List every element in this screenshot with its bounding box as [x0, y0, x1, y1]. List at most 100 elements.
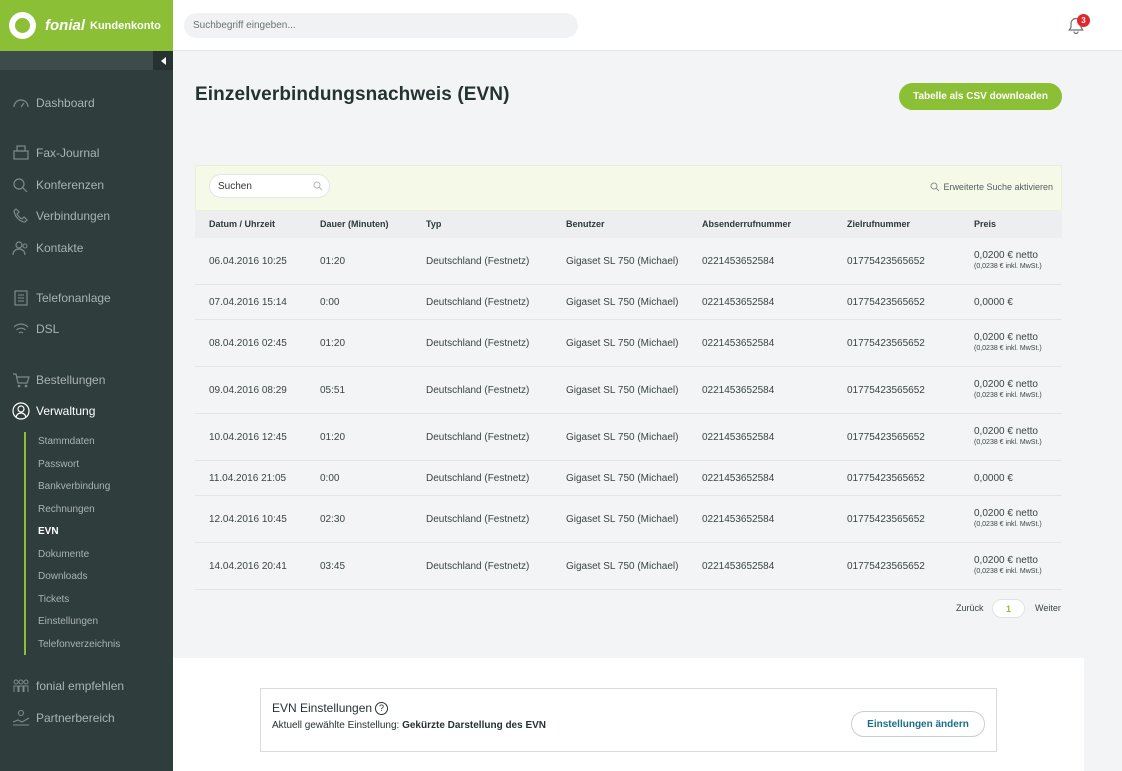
collapse-sidebar-button[interactable]: [153, 51, 173, 70]
submenu-item-rechnungen[interactable]: Rechnungen: [38, 503, 95, 517]
cell-type: Deutschland (Festnetz): [426, 514, 530, 525]
sidebar-item-label: DSL: [36, 322, 60, 336]
submenu-item-telefonverzeichnis[interactable]: Telefonverzeichnis: [38, 638, 120, 652]
sidebar-item-label: Dashboard: [36, 96, 95, 110]
sidebar-item-verbindungen[interactable]: Verbindungen: [0, 204, 173, 228]
cart-icon: [10, 371, 32, 389]
sidebar-item-kontakte[interactable]: Kontakte: [0, 236, 173, 260]
advanced-search-link[interactable]: Erweiterte Suche aktivieren: [930, 182, 1053, 192]
current-setting-label: Aktuell gewählte Einstellung:: [272, 720, 400, 731]
cell-date: 12.04.2016 10:45: [209, 514, 287, 525]
table-row[interactable]: 12.04.2016 10:45 02:30 Deutschland (Festne…: [195, 496, 1062, 543]
price-net: 0,0200 € netto: [974, 426, 1038, 437]
cell-sender-number: 0221453652584: [702, 561, 775, 572]
submenu-item-downloads[interactable]: Downloads: [38, 570, 87, 584]
submenu-item-bankverbindung[interactable]: Bankverbindung: [38, 480, 110, 494]
sidebar-item-verwaltung[interactable]: Verwaltung: [0, 399, 173, 423]
submenu-item-stammdaten[interactable]: Stammdaten: [38, 435, 95, 449]
column-header-price[interactable]: Preis: [974, 211, 996, 238]
cell-date: 06.04.2016 10:25: [209, 256, 287, 267]
submenu-item-evn[interactable]: EVN: [38, 525, 59, 539]
table-row[interactable]: 07.04.2016 15:14 0:00 Deutschland (Festnet…: [195, 285, 1062, 320]
wifi-icon: [10, 320, 32, 338]
pagination-page-1[interactable]: 1: [992, 599, 1025, 618]
sidebar-item-fax-journal[interactable]: Fax-Journal: [0, 141, 173, 165]
csv-download-button[interactable]: Tabelle als CSV downloaden: [899, 83, 1062, 110]
cell-target-number: 01775423565652: [847, 256, 925, 267]
cell-duration: 0:00: [320, 473, 340, 484]
global-search-input[interactable]: [184, 13, 578, 38]
cell-sender-number: 0221453652584: [702, 514, 775, 525]
table-filter-bar: Erweiterte Suche aktivieren: [195, 165, 1062, 211]
sidebar-item-label: Konferenzen: [36, 178, 105, 192]
sidebar-item-konferenzen[interactable]: Konferenzen: [0, 173, 173, 197]
submenu-item-passwort[interactable]: Passwort: [38, 458, 79, 472]
gauge-icon: [10, 94, 32, 112]
table-row[interactable]: 09.04.2016 08:29 05:51 Deutschland (Festne…: [195, 367, 1062, 414]
sidebar-item-label: Bestellungen: [36, 373, 106, 387]
cell-sender-number: 0221453652584: [702, 256, 775, 267]
cell-user: Gigaset SL 750 (Michael): [566, 432, 679, 443]
sidebar-item-label: Verbindungen: [36, 209, 111, 223]
table-row[interactable]: 08.04.2016 02:45 01:20 Deutschland (Festne…: [195, 320, 1062, 367]
table-row[interactable]: 06.04.2016 10:25 01:20 Deutschland (Festne…: [195, 238, 1062, 285]
price-net: 0,0000 €: [974, 473, 1013, 484]
price-gross: (0,0238 € inkl. MwSt.): [974, 345, 1042, 352]
help-icon[interactable]: ?: [375, 701, 389, 715]
sidebar-item-label: Telefonanlage: [36, 291, 111, 305]
cell-target-number: 01775423565652: [847, 473, 925, 484]
column-header-sender-number[interactable]: Absenderrufnummer: [702, 211, 791, 238]
change-settings-button[interactable]: Einstellungen ändern: [851, 711, 985, 737]
cell-price: 0,0200 € netto (0,0238 € inkl. MwSt.): [974, 379, 1042, 399]
cell-duration: 03:45: [320, 561, 346, 572]
column-header-user[interactable]: Benutzer: [566, 211, 605, 238]
cell-user: Gigaset SL 750 (Michael): [566, 297, 679, 308]
price-net: 0,0200 € netto: [974, 250, 1038, 261]
price-gross: (0,0238 € inkl. MwSt.): [974, 521, 1042, 528]
cell-duration: 02:30: [320, 514, 346, 525]
cell-sender-number: 0221453652584: [702, 473, 775, 484]
cell-duration: 01:20: [320, 256, 346, 267]
cell-duration: 05:51: [320, 385, 346, 396]
cell-target-number: 01775423565652: [847, 514, 925, 525]
sidebar-item-telefonanlage[interactable]: Telefonanlage: [0, 286, 173, 310]
cell-date: 09.04.2016 08:29: [209, 385, 287, 396]
table-search-input[interactable]: [209, 174, 330, 198]
sidebar-item-fonial-empfehlen[interactable]: fonial empfehlen: [0, 674, 173, 698]
sidebar-collapse-strip: [0, 51, 173, 70]
cell-date: 14.04.2016 20:41: [209, 561, 287, 572]
submenu-item-tickets[interactable]: Tickets: [38, 593, 69, 607]
column-header-duration[interactable]: Dauer (Minuten): [320, 211, 389, 238]
table-row[interactable]: 14.04.2016 20:41 03:45 Deutschland (Festne…: [195, 543, 1062, 590]
price-gross: (0,0238 € inkl. MwSt.): [974, 568, 1042, 575]
sidebar-item-dsl[interactable]: DSL: [0, 317, 173, 341]
table-row[interactable]: 11.04.2016 21:05 0:00 Deutschland (Festnet…: [195, 461, 1062, 496]
table-row[interactable]: 10.04.2016 12:45 01:20 Deutschland (Festne…: [195, 414, 1062, 461]
pagination-next[interactable]: Weiter: [1035, 603, 1061, 613]
fax-icon: [10, 144, 32, 162]
cell-type: Deutschland (Festnetz): [426, 473, 530, 484]
pagination-prev[interactable]: Zurück: [956, 603, 984, 613]
cell-price: 0,0200 € netto (0,0238 € inkl. MwSt.): [974, 426, 1042, 446]
cell-type: Deutschland (Festnetz): [426, 338, 530, 349]
advanced-search-label: Erweiterte Suche aktivieren: [943, 182, 1053, 192]
cell-price: 0,0200 € netto (0,0238 € inkl. MwSt.): [974, 508, 1042, 528]
submenu-item-einstellungen[interactable]: Einstellungen: [38, 615, 98, 629]
brand-logo[interactable]: fonial Kundenkonto: [0, 0, 173, 51]
search-icon: [313, 181, 323, 191]
column-header-target-number[interactable]: Zielrufnummer: [847, 211, 910, 238]
evn-current-setting: Aktuell gewählte Einstellung: Gekürzte D…: [272, 720, 546, 731]
price-gross: (0,0238 € inkl. MwSt.): [974, 263, 1042, 270]
column-header-date[interactable]: Datum / Uhrzeit: [209, 211, 275, 238]
brand-name: fonial: [45, 17, 85, 34]
sidebar-item-partnerbereich[interactable]: Partnerbereich: [0, 706, 173, 730]
cell-duration: 01:20: [320, 432, 346, 443]
people-icon: [10, 677, 32, 695]
column-header-type[interactable]: Typ: [426, 211, 441, 238]
submenu-item-dokumente[interactable]: Dokumente: [38, 548, 89, 562]
sidebar-item-bestellungen[interactable]: Bestellungen: [0, 368, 173, 392]
sidebar-item-dashboard[interactable]: Dashboard: [0, 91, 173, 115]
cell-sender-number: 0221453652584: [702, 385, 775, 396]
price-net: 0,0200 € netto: [974, 555, 1038, 566]
cell-type: Deutschland (Festnetz): [426, 297, 530, 308]
